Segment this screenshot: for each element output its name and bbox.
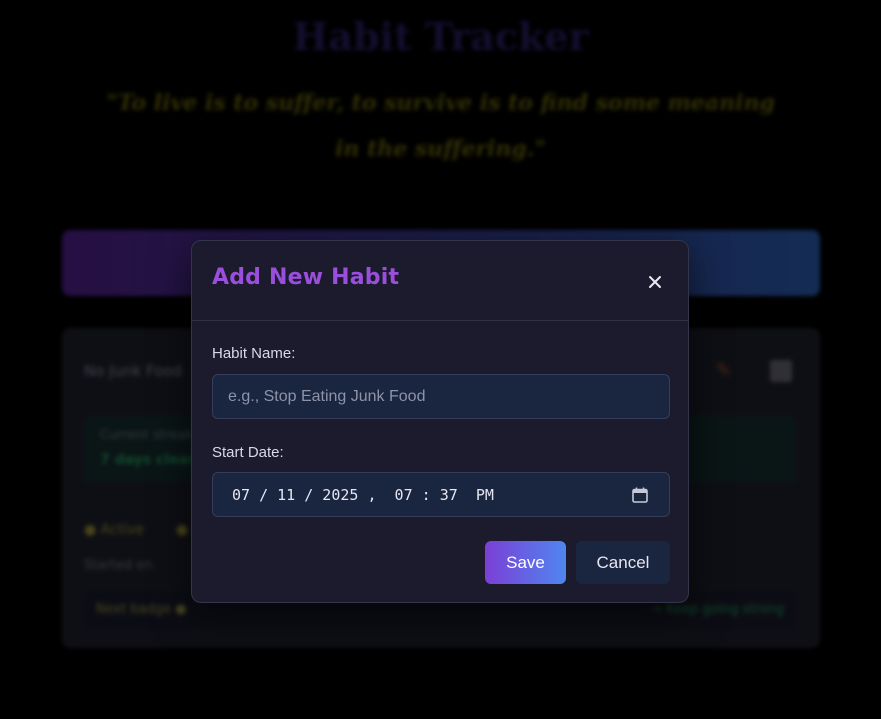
- calendar-icon[interactable]: [631, 486, 649, 504]
- habit-stat-2: ●: [176, 522, 189, 538]
- habit-stat-1: ● Active: [84, 522, 144, 538]
- edit-icon: ✎: [716, 360, 732, 381]
- habit-started-text: Started on: [84, 558, 153, 573]
- habit-name-label: Habit Name:: [212, 345, 296, 362]
- add-habit-modal: Add New Habit Habit Name: Start Date: 07…: [191, 240, 689, 603]
- close-icon[interactable]: [644, 271, 666, 293]
- app-title: Habit Tracker: [292, 14, 589, 59]
- footer-right-text: → Keep going strong: [650, 602, 784, 617]
- app-quote: "To live is to suffer, to survive is to …: [106, 90, 775, 162]
- habit-card-name: No Junk Food: [84, 362, 183, 380]
- streak-caption: Current streak: [100, 428, 194, 443]
- start-date-label: Start Date:: [212, 444, 284, 461]
- modal-header: Add New Habit: [192, 241, 688, 321]
- delete-icon: [770, 360, 792, 382]
- save-button[interactable]: Save: [485, 541, 566, 584]
- footer-left-text: Next badge ●: [96, 602, 187, 617]
- modal-title: Add New Habit: [212, 265, 400, 290]
- cancel-button[interactable]: Cancel: [576, 541, 670, 584]
- streak-value: 7 days clean: [100, 452, 198, 468]
- habit-name-input[interactable]: [212, 374, 670, 419]
- start-date-value[interactable]: 07 / 11 / 2025 , 07 : 37 PM: [232, 486, 494, 504]
- page: Habit Tracker "To live is to suffer, to …: [0, 0, 881, 719]
- start-date-input[interactable]: 07 / 11 / 2025 , 07 : 37 PM: [212, 472, 670, 517]
